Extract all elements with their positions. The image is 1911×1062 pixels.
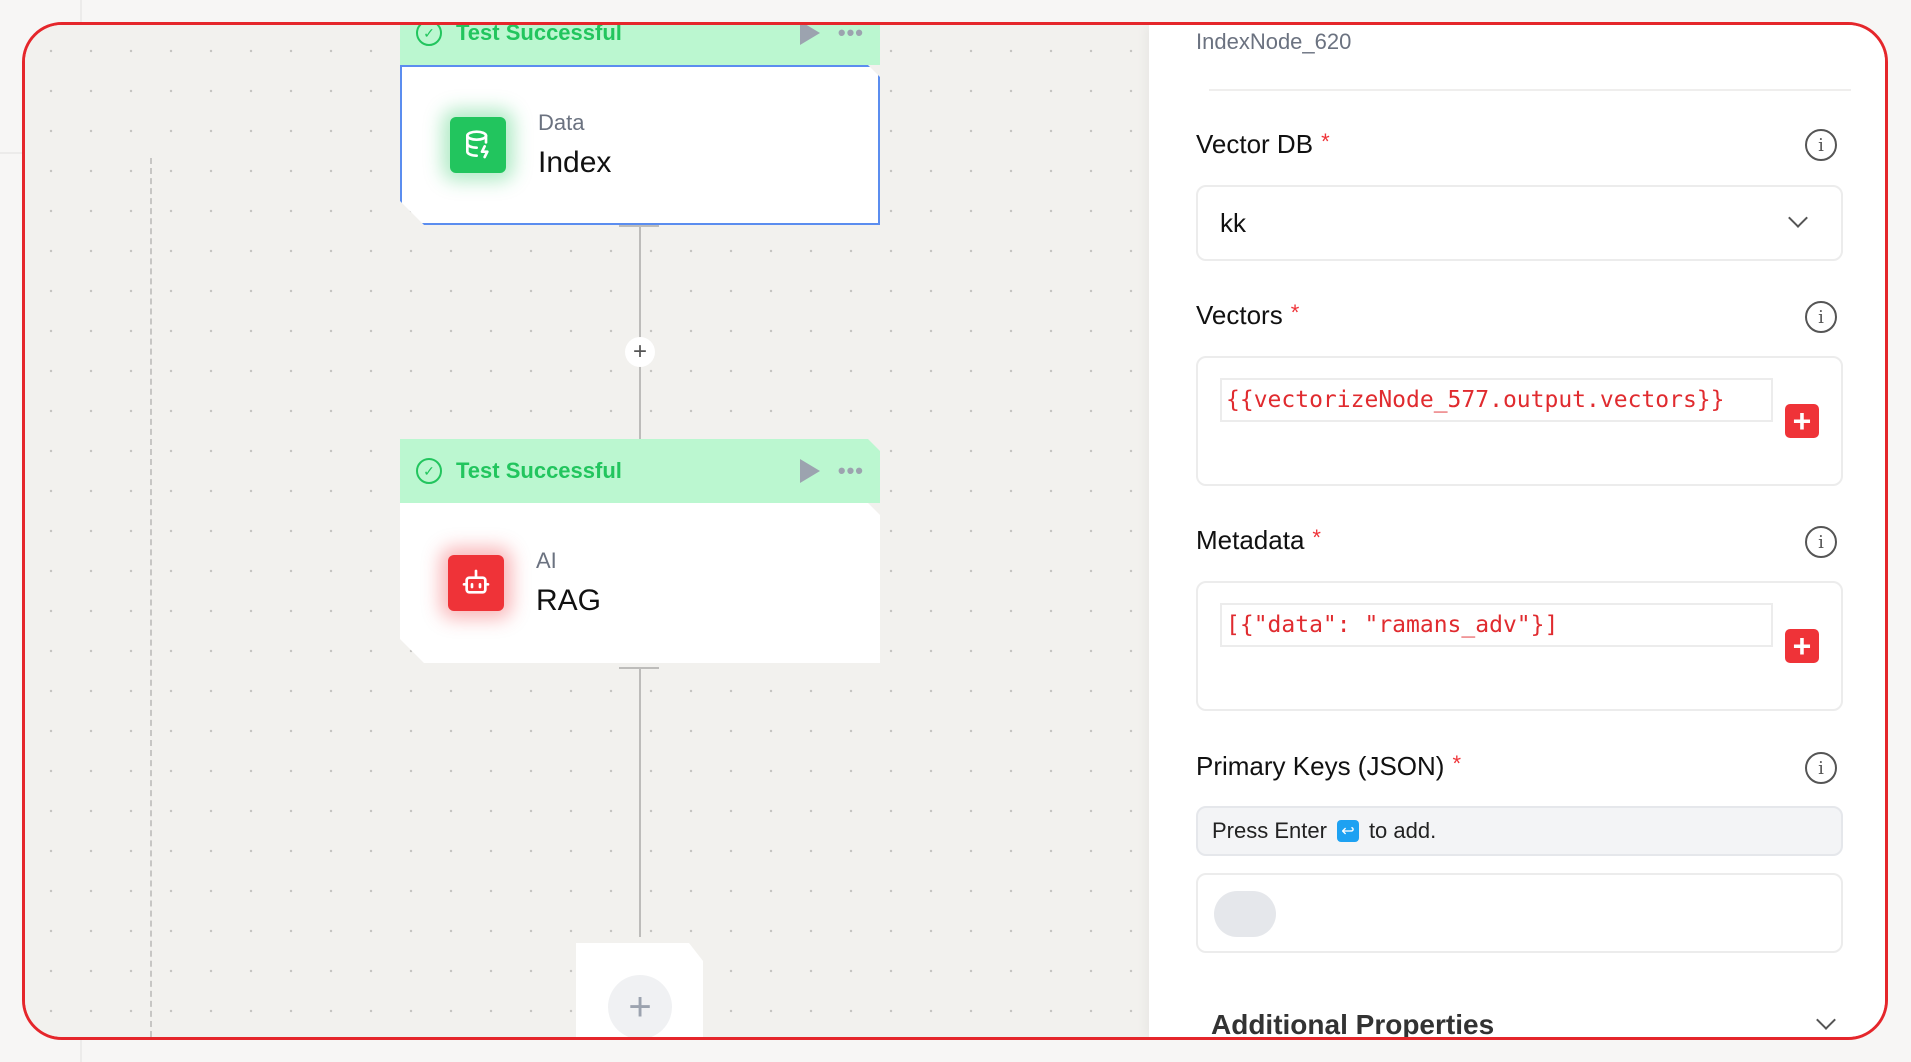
node-category: Data [538,110,585,135]
required-marker: * [1452,751,1462,776]
field-label-text: Vectors [1196,300,1283,330]
workflow-node-rag[interactable]: ✓ Test Successful ••• AI RAG [400,439,880,663]
node-title: RAG [536,584,602,617]
vectors-label: Vectors * [1196,300,1299,331]
panel-divider [1209,89,1851,91]
primary-keys-input[interactable]: Press Enter ↩ to add. [1196,806,1843,856]
info-icon[interactable]: i [1805,752,1837,784]
required-marker: * [1312,525,1321,550]
check-circle-icon: ✓ [416,22,442,46]
more-options-icon[interactable]: ••• [838,22,864,46]
database-bolt-icon [450,117,506,173]
metadata-label: Metadata * [1196,525,1321,556]
check-circle-icon: ✓ [416,458,442,484]
connector-line [639,225,641,439]
workflow-canvas[interactable]: ✓ Test Successful ••• Data Index + ✓ Tes… [25,25,1149,1037]
workflow-node-index[interactable]: ✓ Test Successful ••• Data Index [400,22,880,225]
vector-db-select[interactable]: kk [1196,185,1843,261]
background-grid-line [0,152,22,154]
node-status-text: Test Successful [456,22,622,45]
required-marker: * [1321,129,1330,154]
chevron-down-icon[interactable] [1816,1010,1836,1030]
metadata-input[interactable]: [{"data": "ramans_adv"}] + [1196,581,1843,711]
node-status-bar: ✓ Test Successful ••• [400,439,880,503]
enter-key-icon: ↩ [1336,820,1359,842]
primary-keys-list [1196,873,1843,953]
node-config-panel: IndexNode_620 Vector DB * i kk Vectors * i… [1149,25,1885,1037]
node-card[interactable]: AI RAG [400,503,880,663]
field-label-text: Vector DB [1196,129,1314,159]
vectors-value[interactable]: {{vectorizeNode_577.output.vectors}} [1220,378,1773,422]
node-title: Index [538,146,612,179]
play-icon[interactable] [800,459,820,483]
additional-properties-header[interactable]: Additional Properties [1211,1009,1494,1037]
node-category: AI [536,548,557,573]
node-status-bar: ✓ Test Successful ••• [400,22,880,65]
primary-keys-label: Primary Keys (JSON) * [1196,751,1461,782]
hint-text: to add. [1368,818,1437,843]
more-options-icon[interactable]: ••• [838,458,864,484]
robot-icon [448,555,504,611]
node-id: IndexNode_620 [1196,29,1352,54]
info-icon[interactable]: i [1805,129,1837,161]
chevron-down-icon [1788,208,1808,228]
field-label-text: Primary Keys (JSON) [1196,751,1445,781]
highlight-frame: ✓ Test Successful ••• Data Index + ✓ Tes… [22,22,1888,1040]
hint-text: Press Enter [1212,818,1327,843]
vector-db-label: Vector DB * [1196,129,1330,160]
info-icon[interactable]: i [1805,301,1837,333]
play-icon[interactable] [800,22,820,45]
field-label-text: Metadata [1196,525,1305,555]
connector-line [639,667,641,937]
toggle-switch[interactable] [1214,891,1276,937]
add-node-tile[interactable]: + [576,943,703,1040]
canvas-guide-line [150,158,152,1037]
add-variable-button[interactable]: + [1785,628,1819,664]
vector-db-value: kk [1220,207,1246,238]
info-icon[interactable]: i [1805,526,1837,558]
insert-node-button[interactable]: + [625,337,655,367]
node-status-text: Test Successful [456,458,622,483]
vectors-input[interactable]: {{vectorizeNode_577.output.vectors}} + [1196,356,1843,486]
add-node-button[interactable]: + [608,975,672,1039]
metadata-value[interactable]: [{"data": "ramans_adv"}] [1220,603,1773,647]
node-card[interactable]: Data Index [400,65,880,225]
required-marker: * [1290,300,1300,325]
add-variable-button[interactable]: + [1785,403,1819,439]
